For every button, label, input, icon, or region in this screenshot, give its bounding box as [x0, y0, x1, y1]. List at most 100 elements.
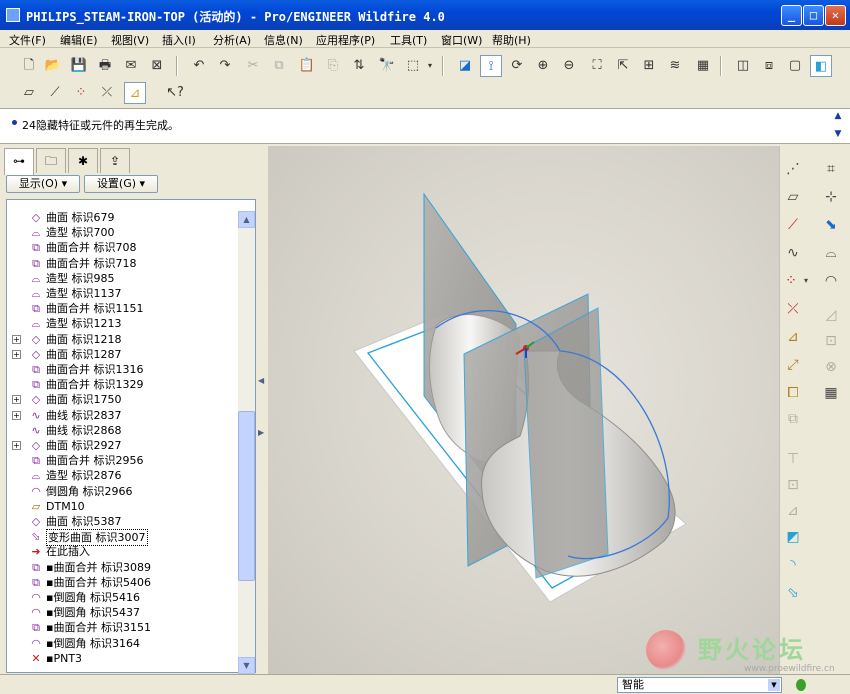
save-icon[interactable]: 💾 [68, 55, 90, 77]
layers-icon[interactable]: ≋ [664, 55, 686, 77]
wireframe-icon[interactable]: ◫ [732, 55, 754, 77]
minimize-button[interactable]: _ [781, 5, 802, 26]
no-hidden-icon[interactable]: ▢ [784, 55, 806, 77]
email-icon[interactable]: ✉ [120, 55, 142, 77]
saved-views-icon[interactable]: ⊞ [638, 55, 660, 77]
tree-item[interactable]: ⌓ 造型 标识2876 [7, 468, 239, 483]
tree-item[interactable]: ⌓ 造型 标识1213 [7, 316, 239, 331]
paste-feature-icon[interactable]: ⧉ [782, 408, 804, 430]
tree-item[interactable]: ◠ ▪倒圆角 标识3164 [7, 636, 239, 651]
graphics-window[interactable] [268, 146, 779, 674]
window-titlebar[interactable]: PHILIPS_STEAM-IRON-TOP (活动的) - Pro/ENGIN… [0, 0, 850, 30]
menu-file[interactable]: 文件(F) [9, 32, 46, 48]
orient-mode-icon[interactable]: ⟳ [506, 55, 528, 77]
expand-icon[interactable]: + [12, 334, 21, 344]
collapse-left-icon[interactable]: ◀ [258, 376, 264, 385]
select-box-icon[interactable]: ⬚ [402, 55, 424, 77]
selection-filter-select[interactable]: 智能 ▼ [617, 677, 782, 693]
message-scroll-down-icon[interactable]: ▼ [832, 129, 844, 141]
pattern-icon[interactable]: ⊡ [820, 330, 842, 352]
analysis-feature-icon[interactable]: ⊿ [782, 326, 804, 348]
tree-item[interactable]: ∿ 曲线 标识2868 [7, 423, 239, 438]
boundary-blend-icon[interactable]: ◩ [782, 526, 804, 548]
tree-item[interactable]: ⧉ ▪曲面合并 标识3151 [7, 620, 239, 635]
show-dropdown-button[interactable]: 显示(O) ▾ [6, 175, 80, 193]
menu-analysis[interactable]: 分析(A) [213, 32, 251, 48]
expand-icon[interactable]: + [12, 410, 21, 420]
chevron-down-icon[interactable]: ▾ [424, 55, 436, 77]
tree-item[interactable]: ➜ 在此插入 [7, 544, 239, 559]
tree-item[interactable]: ⧉ 曲面合并 标识708 [7, 240, 239, 255]
datum-curve-tool-icon[interactable]: ∿ [782, 242, 804, 264]
datum-plane-display-icon[interactable]: ▱ [18, 82, 40, 104]
style-tool-icon[interactable]: ◝ [782, 554, 804, 576]
close-button[interactable]: ✕ [825, 5, 846, 26]
paste-icon[interactable]: 📋 [296, 55, 318, 77]
message-scroll-up-icon[interactable]: ▲ [832, 111, 844, 123]
tab-connections[interactable]: ⇪ [100, 148, 130, 173]
regenerate-icon[interactable]: ⇅ [348, 55, 370, 77]
new-file-icon[interactable]: 🗋 [18, 55, 40, 77]
datum-axis-tool-icon[interactable]: ⟋ [782, 214, 804, 236]
paste-special-icon[interactable]: ⎘ [322, 55, 344, 77]
tree-item[interactable]: ⧉ 曲面合并 标识718 [7, 256, 239, 271]
datum-axis-display-icon[interactable]: ⟋ [44, 82, 66, 104]
repaint-icon[interactable]: ◪ [454, 55, 476, 77]
datum-point-tool-icon[interactable]: ⁘ [780, 270, 802, 292]
coord-sys-tool-icon[interactable]: ⤫ [782, 298, 804, 320]
hole-icon[interactable]: ⌗ [820, 158, 842, 180]
tree-item[interactable]: ◇ 曲面 标识679 [7, 210, 239, 225]
revolve-icon[interactable]: ⊡ [782, 474, 804, 496]
tab-favorites[interactable]: ✱ [68, 148, 98, 173]
tree-item[interactable]: ⧉ 曲面合并 标识2956 [7, 453, 239, 468]
tree-item[interactable]: ⌓ 造型 标识985 [7, 271, 239, 286]
tab-model-tree[interactable]: ⊶ [4, 148, 34, 175]
expand-icon[interactable]: + [12, 441, 21, 450]
zoom-in-icon[interactable]: ⊕ [532, 55, 554, 77]
tree-item[interactable]: ⌓ 造型 标识700 [7, 225, 239, 240]
email-link-icon[interactable]: ⊠ [146, 55, 168, 77]
tab-folder-browser[interactable]: 🗀 [36, 148, 66, 173]
find-icon[interactable]: 🔭 [376, 55, 398, 77]
chamfer-icon[interactable]: ◿ [820, 304, 842, 326]
rib-icon[interactable]: ⬊ [820, 214, 842, 236]
tree-item[interactable]: ⧉ 曲面合并 标识1316 [7, 362, 239, 377]
context-help-icon[interactable]: ↖? [164, 82, 186, 104]
menu-info[interactable]: 信息(N) [264, 32, 303, 48]
insert-reference-icon[interactable]: ⤢ [782, 354, 804, 376]
chevron-down-icon[interactable]: ▼ [768, 679, 780, 691]
copy-icon[interactable]: ⧉ [268, 55, 290, 77]
print-icon[interactable]: 🖶 [94, 55, 116, 77]
menu-edit[interactable]: 编辑(E) [60, 32, 98, 48]
spin-center-display-icon[interactable]: ⊿ [124, 82, 146, 104]
tree-item[interactable]: + ◇ 曲面 标识1750 [7, 392, 239, 407]
view-manager-icon[interactable]: ▦ [692, 55, 714, 77]
tree-item[interactable]: + ◇ 曲面 标识1218 [7, 332, 239, 347]
tree-item[interactable]: ⌓ 造型 标识1137 [7, 286, 239, 301]
sketched-datum-curve-icon[interactable]: ⋰ [782, 158, 804, 180]
round-tool-icon[interactable]: ◠ [820, 270, 842, 292]
copy-feature-icon[interactable]: ⧠ [782, 382, 804, 404]
reorient-icon[interactable]: ⇱ [612, 55, 634, 77]
expand-icon[interactable]: + [12, 349, 21, 359]
settings-dropdown-button[interactable]: 设置(G) ▾ [84, 175, 158, 193]
coord-sys-display-icon[interactable]: ⤫ [96, 82, 118, 104]
scroll-thumb[interactable] [238, 411, 255, 581]
mirror-icon[interactable]: ⊗ [820, 356, 842, 378]
expand-right-icon[interactable]: ▶ [258, 428, 264, 437]
menu-window[interactable]: 窗口(W) [441, 32, 482, 48]
menu-view[interactable]: 视图(V) [111, 32, 149, 48]
shading-icon[interactable]: ◧ [810, 55, 832, 77]
tree-item[interactable]: ⧉ 曲面合并 标识1151 [7, 301, 239, 316]
variable-sweep-icon[interactable]: ⊿ [782, 500, 804, 522]
tree-item[interactable]: + ∿ 曲线 标识2837 [7, 408, 239, 423]
tree-item[interactable]: + ◇ 曲面 标识1287 [7, 347, 239, 362]
undo-icon[interactable]: ↶ [188, 55, 210, 77]
chevron-down-icon[interactable]: ▾ [800, 270, 812, 292]
table-icon[interactable]: ▦ [820, 382, 842, 404]
expand-icon[interactable]: + [12, 395, 21, 405]
zoom-out-icon[interactable]: ⊖ [558, 55, 580, 77]
shell-icon[interactable]: ⊹ [820, 186, 842, 208]
warp-tool-icon[interactable]: ⬂ [782, 582, 804, 604]
cut-icon[interactable]: ✂ [242, 55, 264, 77]
